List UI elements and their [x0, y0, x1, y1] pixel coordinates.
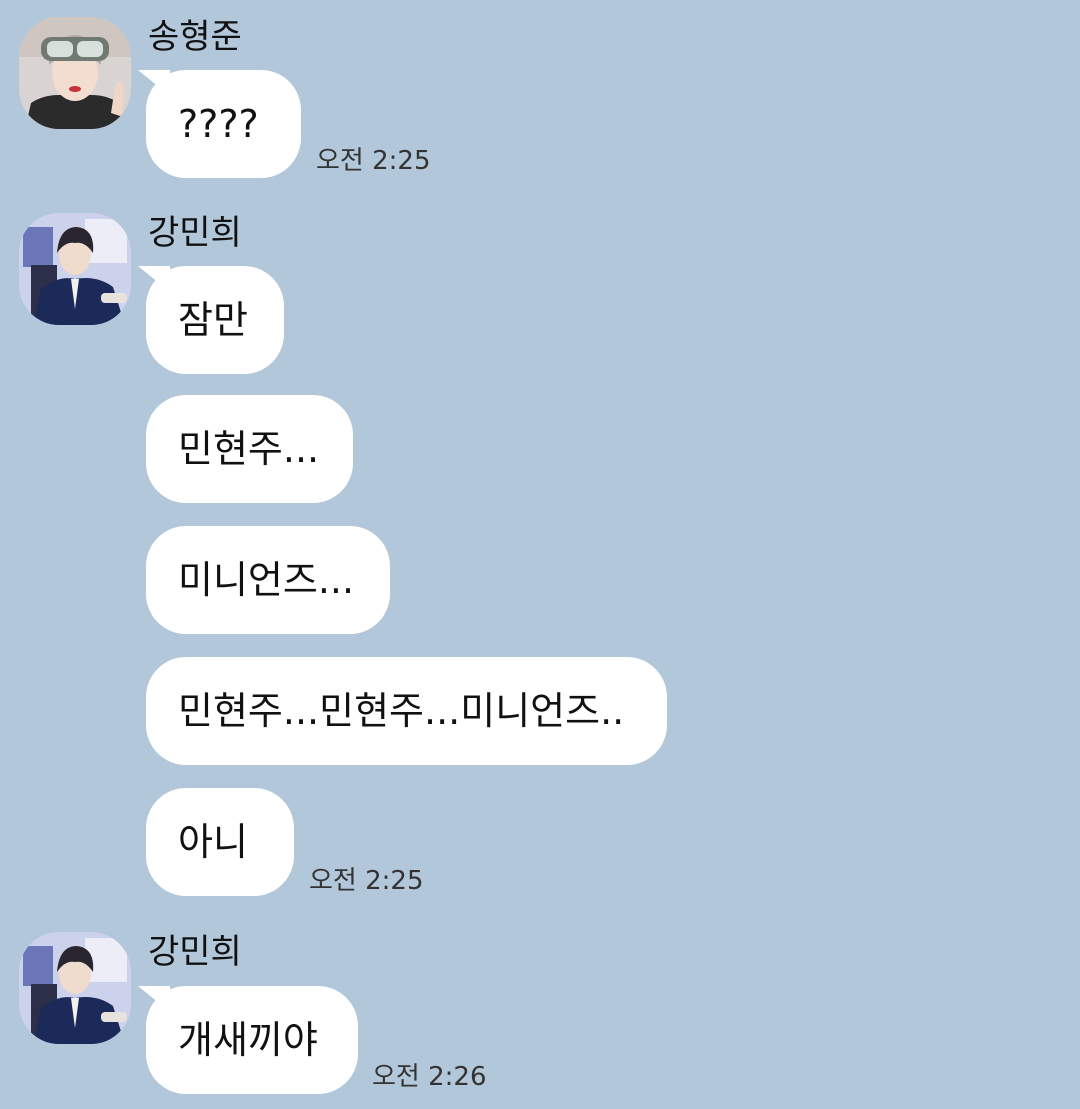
message-bubble[interactable]: 민현주...: [146, 395, 353, 503]
message-bubble[interactable]: 미니언즈...: [146, 526, 390, 634]
message-bubble[interactable]: 아니: [146, 788, 294, 896]
message-bubble[interactable]: 개새끼야: [146, 986, 358, 1094]
message-bubble[interactable]: ????: [146, 70, 301, 178]
profile-photo-icon: [19, 17, 131, 129]
sender-name: 강민희: [148, 213, 242, 253]
sender-name: 강민희: [148, 932, 242, 972]
profile-photo-icon: [19, 213, 131, 325]
message-time: 오전 2:25: [309, 866, 424, 896]
profile-photo-icon: [19, 932, 131, 1044]
avatar-kang[interactable]: [19, 932, 131, 1044]
message-bubble[interactable]: 민현주...민현주...미니언즈..: [146, 657, 667, 765]
message-time: 오전 2:25: [316, 146, 431, 176]
avatar-song[interactable]: [19, 17, 131, 129]
message-time: 오전 2:26: [372, 1062, 487, 1092]
sender-name: 송형준: [148, 17, 242, 57]
avatar-kang[interactable]: [19, 213, 131, 325]
message-bubble[interactable]: 잠만: [146, 266, 284, 374]
